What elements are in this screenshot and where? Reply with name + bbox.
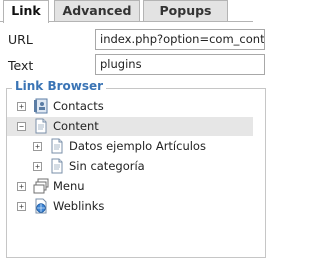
tab-link[interactable]: Link xyxy=(3,0,49,23)
tab-advanced[interactable]: Advanced xyxy=(54,0,140,21)
expand-toggle[interactable]: + xyxy=(17,102,26,111)
expand-toggle[interactable]: + xyxy=(17,202,26,211)
tree-item-label[interactable]: Datos ejemplo Artículos xyxy=(69,139,206,153)
document-icon xyxy=(49,158,65,178)
expand-toggle[interactable]: + xyxy=(33,142,42,151)
tree-item-menu[interactable]: + Menu xyxy=(7,177,253,196)
tree-item-content[interactable]: − Content xyxy=(7,117,253,136)
tree-item-label[interactable]: Menu xyxy=(53,179,85,193)
tree-item-label[interactable]: Content xyxy=(53,119,99,133)
content-document-icon xyxy=(33,118,49,138)
contacts-icon xyxy=(33,98,49,118)
tree-item-weblinks[interactable]: + Weblinks xyxy=(7,197,253,216)
link-browser-title: Link Browser xyxy=(12,79,107,93)
tab-popups[interactable]: Popups xyxy=(143,0,228,21)
expand-toggle[interactable]: + xyxy=(33,162,42,171)
menu-stack-icon xyxy=(33,178,49,198)
expand-toggle[interactable]: + xyxy=(17,182,26,191)
tab-bar: Link Advanced Popups xyxy=(0,0,253,23)
tree-item-sin-categoria[interactable]: + Sin categoría xyxy=(7,157,253,176)
weblinks-globe-icon xyxy=(33,198,49,218)
document-icon xyxy=(49,138,65,158)
tree-item-label[interactable]: Sin categoría xyxy=(69,159,145,173)
text-input[interactable]: plugins xyxy=(95,54,265,75)
tree-item-datos-ejemplo-articulos[interactable]: + Datos ejemplo Artículos xyxy=(7,137,253,156)
tree-item-contacts[interactable]: + Contacts xyxy=(7,97,253,116)
url-input[interactable]: index.php?option=com_content xyxy=(95,29,265,50)
tree-item-label[interactable]: Weblinks xyxy=(53,199,104,213)
tree-item-label[interactable]: Contacts xyxy=(53,99,104,113)
url-label: URL xyxy=(8,32,33,47)
text-label: Text xyxy=(8,58,34,73)
collapse-toggle[interactable]: − xyxy=(17,122,26,131)
